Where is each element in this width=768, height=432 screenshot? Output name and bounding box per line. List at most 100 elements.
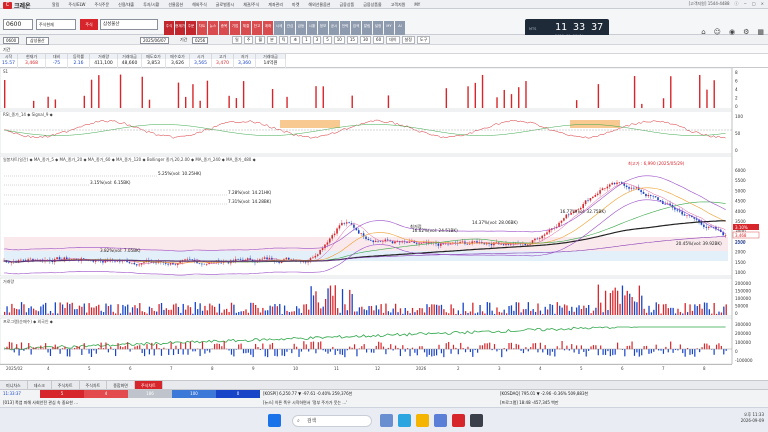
signal-bar <box>467 86 469 108</box>
axis-label-vol: 200000 <box>735 281 751 286</box>
volume-bar <box>694 304 696 315</box>
terminal-icon[interactable] <box>470 414 483 427</box>
menu-item[interactable]: 금융상품 <box>339 2 354 8</box>
signal-bar <box>141 76 143 108</box>
candle-body <box>565 214 568 219</box>
program-net-bar <box>54 344 56 350</box>
menu-item[interactable]: 해외주식 <box>192 2 207 8</box>
program-net-bar <box>353 344 356 350</box>
menu-item[interactable]: 고객지원 <box>391 2 406 8</box>
interval-button[interactable]: 월 <box>255 36 266 44</box>
menu-item[interactable]: 글로벌종시 <box>216 2 234 8</box>
candle-body <box>220 262 222 264</box>
interval-button[interactable]: 초 <box>290 36 301 44</box>
interval-button[interactable]: 1 <box>302 36 311 44</box>
window-control[interactable]: × <box>761 1 764 7</box>
axis-label-inst: 100000 <box>735 340 751 345</box>
rsi-overbought-fill <box>570 120 620 128</box>
symbol-code-input[interactable]: 0600 <box>3 19 33 30</box>
interval-button[interactable]: 틱 <box>278 36 289 44</box>
menu-item[interactable]: 계좌관리 <box>268 2 283 8</box>
chart-date-field[interactable]: 2025/06/07 <box>140 37 170 44</box>
volume-bar <box>112 311 114 315</box>
rsi-overbought-fill <box>280 120 340 128</box>
interval-button[interactable]: 3 <box>312 36 322 44</box>
creon-app-icon[interactable] <box>452 414 465 427</box>
volume-bar <box>117 304 119 315</box>
store-icon[interactable] <box>434 414 447 427</box>
menu-item[interactable]: 금융상품몰 <box>363 2 381 8</box>
volume-bar <box>235 312 237 315</box>
quote-value: 3,468 <box>18 59 46 68</box>
type-select[interactable]: 주식현재 <box>36 19 76 30</box>
volume-bar <box>165 308 167 315</box>
interval-button[interactable]: 15 <box>346 36 358 44</box>
volume-bar <box>568 310 571 315</box>
chart-name-field[interactable]: 삼성물산 <box>26 37 49 45</box>
menu-item[interactable]: 선물옵션 <box>168 2 183 8</box>
menu-item[interactable]: 마켓 <box>292 2 299 8</box>
menu-item[interactable]: 채권/주식 <box>243 2 259 8</box>
volume-bar <box>286 310 288 315</box>
volume-bar <box>609 292 612 315</box>
program-net-bar <box>378 341 380 350</box>
volume-bar <box>346 310 348 315</box>
volume-bar <box>616 290 619 315</box>
interval-button[interactable]: 도구 <box>416 36 431 44</box>
candle-body <box>261 258 264 260</box>
program-net-bar <box>117 343 119 350</box>
volume-bar <box>293 311 295 315</box>
news-ticker[interactable]: [013] 폭염 피해 사회안전 관심 속 중요한 ... <box>3 400 78 406</box>
menu-item[interactable]: 해외선물옵션 <box>308 2 330 8</box>
program-net-bar <box>324 349 327 352</box>
program-net-bar <box>435 349 438 356</box>
interval-button[interactable]: 5 <box>323 36 332 44</box>
candle-body <box>268 257 271 260</box>
volume-bar <box>93 307 95 315</box>
interval-button[interactable]: 주 <box>243 36 254 44</box>
volume-bar <box>708 309 710 315</box>
menu-item[interactable]: 알림 <box>52 2 59 8</box>
menu-item[interactable]: 주식주문 <box>94 2 109 8</box>
taskbar-search[interactable]: ⌕ 검색 <box>292 415 372 427</box>
interval-button[interactable]: 일 <box>232 36 242 44</box>
window-control[interactable]: □ <box>752 1 756 7</box>
program-net-bar <box>604 349 607 355</box>
interval-button[interactable]: 30 <box>359 36 372 44</box>
news-ticker-2[interactable]: [뉴스] 이른 폭우 시작하면서 '정부 주가가 웃는 ...' <box>263 400 347 406</box>
menu-item[interactable]: 투자/시황 <box>143 2 159 8</box>
interval-button[interactable]: 설정 <box>401 36 415 44</box>
candle-body <box>321 248 324 250</box>
period-input[interactable]: 0256 <box>192 37 209 44</box>
volume-bar <box>312 295 315 315</box>
program-net-bar <box>11 342 13 350</box>
interval-button[interactable]: 60 <box>373 36 385 44</box>
volume-bar <box>324 298 327 315</box>
start-icon[interactable] <box>268 414 281 427</box>
program-net-bar <box>276 349 278 357</box>
window-control[interactable]: [고객지원] 1544-4488 <box>689 1 730 7</box>
interval-button[interactable]: 분 <box>267 36 277 44</box>
menu-item[interactable]: 주식/ELW <box>68 2 85 8</box>
program-net-bar <box>571 344 573 350</box>
order-button[interactable]: 주식 <box>80 19 98 30</box>
edge-icon[interactable] <box>398 414 411 427</box>
program-net-bar <box>264 349 266 357</box>
explorer-icon[interactable] <box>416 414 429 427</box>
window-control[interactable]: − <box>744 1 747 7</box>
system-clock[interactable]: 오후 11:33 2026-09-09 <box>741 412 764 424</box>
volume-bar <box>602 312 604 315</box>
taskview-icon[interactable] <box>380 414 393 427</box>
menu-item[interactable]: MY <box>414 2 420 8</box>
volume-bar <box>262 307 264 315</box>
window-control[interactable]: ⓘ <box>735 1 739 7</box>
chart-area[interactable]: 8642010050060005500500045004000350030002… <box>0 68 768 373</box>
menu-item[interactable]: 신용/대출 <box>118 2 134 8</box>
chart-code-input[interactable]: 0600 <box>3 37 20 44</box>
signal-bar <box>699 74 701 108</box>
volume-bar <box>578 305 580 315</box>
symbol-name-field[interactable]: 삼성물산 <box>100 19 158 30</box>
interval-button[interactable]: 10 <box>333 36 345 44</box>
interval-button[interactable]: 데이 <box>386 36 400 44</box>
volume-bar <box>667 308 669 315</box>
